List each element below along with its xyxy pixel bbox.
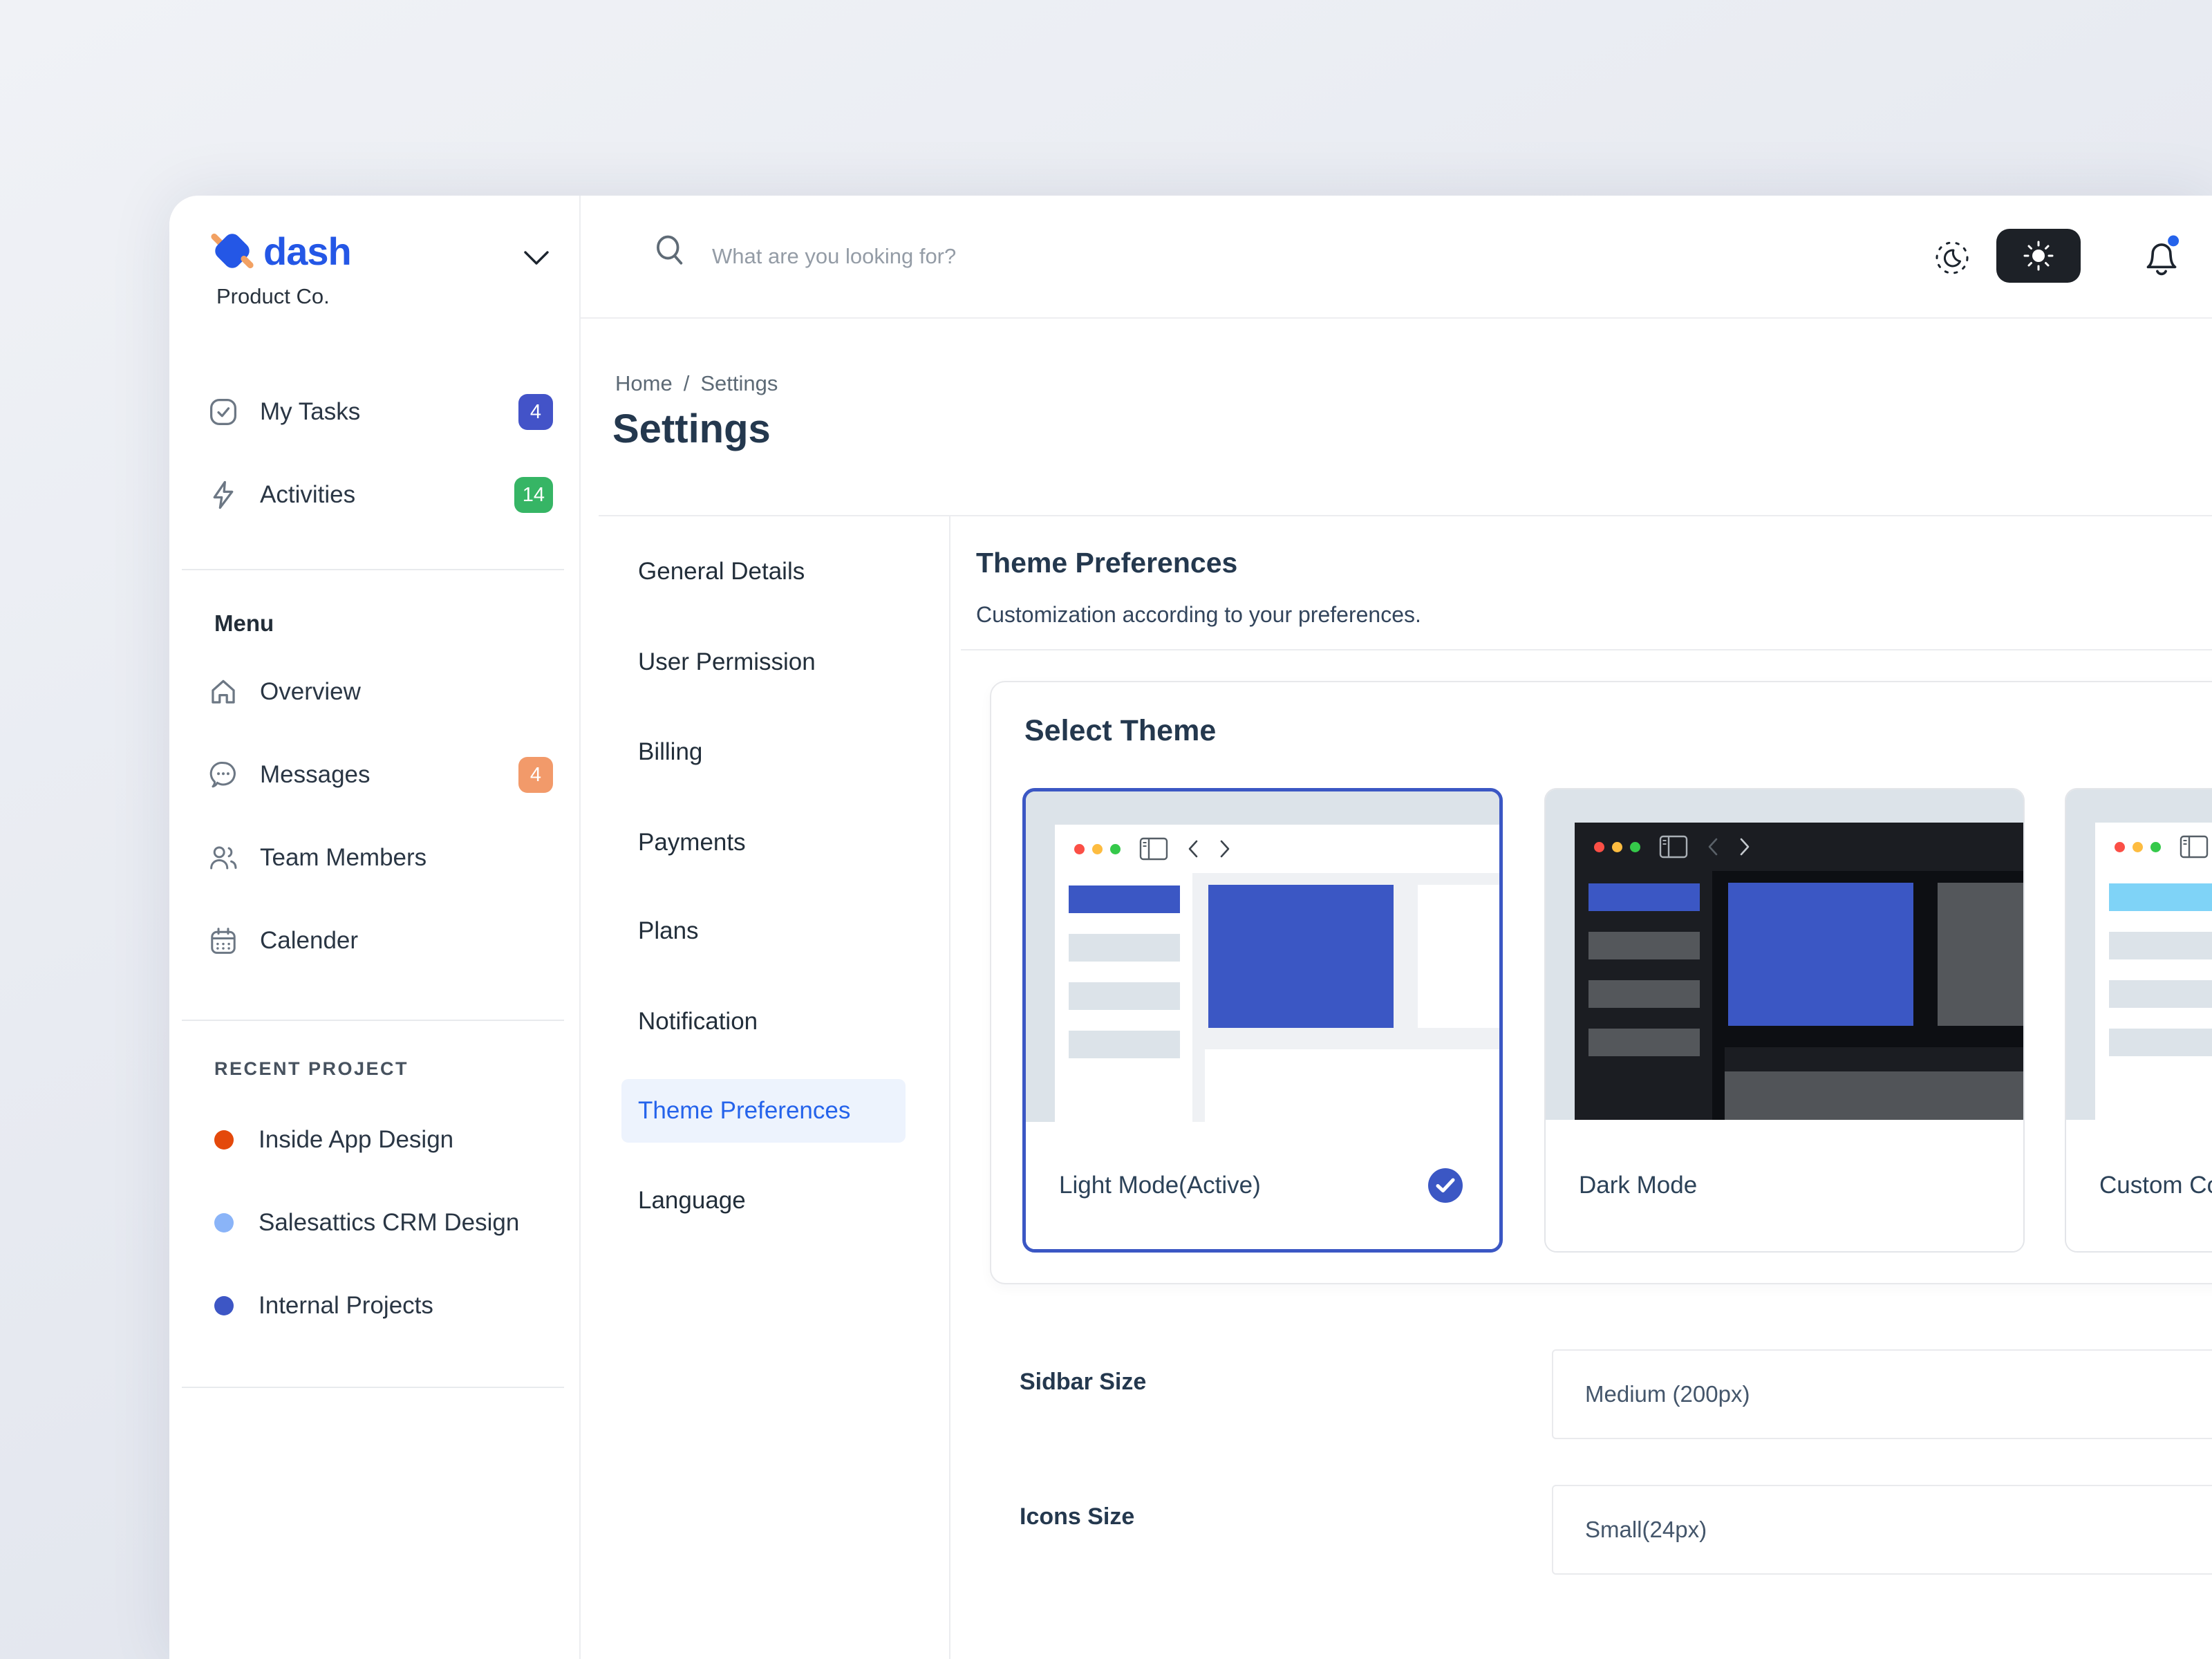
dark-mode-toggle-moon-icon[interactable] [1933,238,1971,277]
sidebar-item-label: Team Members [260,844,427,872]
settings-nav-payments[interactable]: Payments [638,811,746,874]
company-name: Product Co. [216,284,330,309]
breadcrumb-current: Settings [700,371,778,396]
project-dot-icon [214,1130,234,1150]
project-item-salesattics-crm[interactable]: Salesattics CRM Design [207,1198,553,1248]
calendar-icon [207,925,239,957]
content-divider [599,515,2212,516]
sidebar-divider [182,569,564,570]
page-title: Settings [612,406,771,452]
back-chevron-icon [1706,837,1720,856]
project-label: Internal Projects [259,1292,433,1320]
section-subheading: Customization according to your preferen… [976,602,1421,628]
sidebar-divider [182,1387,564,1388]
top-header [581,196,2212,319]
theme-label: Custom Co [2099,1172,2212,1199]
back-chevron-icon [1186,839,1200,859]
window-layout-icon [1659,835,1688,859]
theme-label: Light Mode(Active) [1059,1172,1261,1199]
sidebar-item-messages[interactable]: Messages 4 [207,750,553,800]
icons-size-select[interactable]: Small(24px) [1552,1485,2212,1575]
forward-chevron-icon [1738,837,1752,856]
chevron-down-icon[interactable] [523,250,550,268]
activities-count-badge: 14 [514,477,553,513]
sidebar-item-team-members[interactable]: Team Members [207,833,553,883]
window-layout-icon [2180,835,2209,859]
settings-nav-plans[interactable]: Plans [638,899,699,963]
settings-nav-notification[interactable]: Notification [638,990,758,1053]
project-item-inside-app-design[interactable]: Inside App Design [207,1115,553,1165]
search-icon [650,230,693,273]
app-window: dash Product Co. My Tasks 4 Activities 1… [169,196,2212,1659]
settings-nav-billing[interactable]: Billing [638,720,702,784]
theme-option-dark[interactable]: Dark Mode [1544,788,2025,1253]
dark-theme-thumbnail [1546,789,2023,1120]
custom-theme-thumbnail [2066,789,2212,1120]
home-icon [207,676,239,708]
my-tasks-count-badge: 4 [518,394,553,430]
sidebar-divider [182,1020,564,1021]
sidebar-item-overview[interactable]: Overview [207,667,553,717]
breadcrumb-home[interactable]: Home [615,371,673,396]
notifications-bell-icon[interactable] [2140,232,2183,277]
project-dot-icon [214,1296,234,1315]
theme-label: Dark Mode [1579,1172,1697,1199]
menu-section-title: Menu [214,610,274,637]
search-input[interactable] [712,196,1749,317]
sidebar: dash Product Co. My Tasks 4 Activities 1… [169,196,581,1659]
team-members-icon [207,842,239,874]
window-layout-icon [1139,837,1168,861]
settings-nav-user-permission[interactable]: User Permission [638,630,816,694]
section-divider [961,649,2212,650]
light-theme-thumbnail [1026,791,1499,1122]
project-item-internal-projects[interactable]: Internal Projects [207,1281,553,1331]
sidebar-size-select[interactable]: Medium (200px) [1552,1349,2212,1439]
select-theme-title: Select Theme [1024,714,1216,748]
theme-option-light[interactable]: Light Mode(Active) [1022,788,1503,1253]
settings-nav-theme-preferences[interactable]: Theme Preferences [621,1079,906,1143]
forward-chevron-icon [1218,839,1232,859]
select-theme-card: Select Theme [990,681,2212,1284]
sun-icon [2021,238,2056,274]
selected-check-icon [1427,1168,1463,1203]
brand-name: dash [263,229,351,274]
light-mode-toggle-button[interactable] [1996,229,2081,283]
sidebar-item-label: Calender [260,927,358,955]
sidebar-item-label: My Tasks [260,398,360,426]
recent-project-title: RECENT PROJECT [214,1058,409,1080]
project-label: Inside App Design [259,1126,453,1154]
icons-size-label: Icons Size [1020,1503,1134,1530]
breadcrumb-separator: / [684,371,690,396]
theme-option-custom[interactable]: Custom Co [2065,788,2212,1253]
project-label: Salesattics CRM Design [259,1209,519,1237]
settings-nav-language[interactable]: Language [638,1169,746,1232]
check-square-icon [207,396,239,428]
sidebar-item-label: Overview [260,678,361,706]
chat-bubble-icon [207,759,239,791]
notification-dot [2168,236,2179,247]
breadcrumb: Home / Settings [615,371,778,396]
sidebar-item-label: Activities [260,481,355,509]
sidebar-item-calender[interactable]: Calender [207,916,553,966]
sidebar-item-activities[interactable]: Activities 14 [207,470,553,520]
sidebar-item-my-tasks[interactable]: My Tasks 4 [207,387,553,437]
messages-count-badge: 4 [518,757,553,793]
sidebar-size-label: Sidbar Size [1020,1369,1146,1396]
project-dot-icon [214,1213,234,1232]
brand-block[interactable]: dash [212,223,351,279]
sidebar-item-label: Messages [260,761,371,789]
section-heading: Theme Preferences [976,547,1237,579]
settings-nav-divider [949,516,950,1659]
lightning-icon [207,479,239,511]
brand-logo-icon [212,231,252,271]
main-content: Home / Settings Settings General Details… [581,319,2212,1659]
settings-nav-general-details[interactable]: General Details [638,540,805,603]
